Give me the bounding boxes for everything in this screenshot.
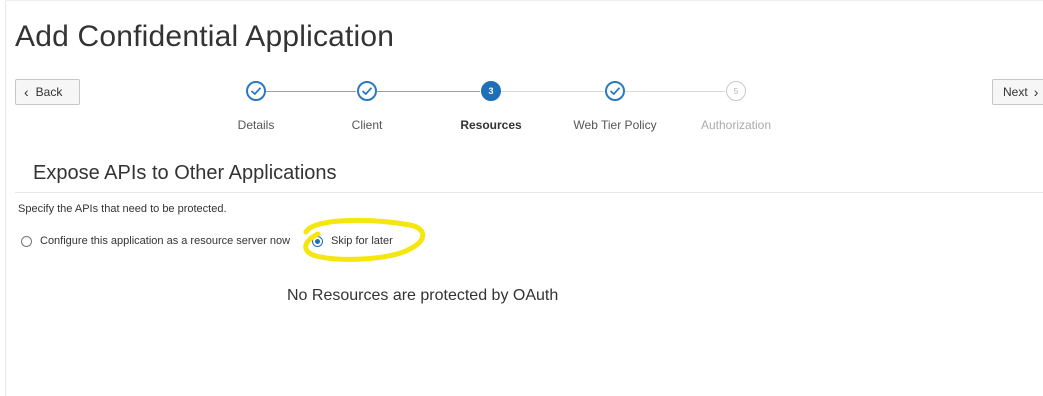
skip-for-later-radio[interactable]: [312, 235, 323, 247]
section-divider: [15, 192, 1043, 193]
step-resources-indicator[interactable]: 3: [481, 81, 501, 101]
next-button[interactable]: Next ›: [992, 79, 1043, 105]
configure-resource-server-label[interactable]: Configure this application as a resource…: [40, 235, 290, 247]
step-label-web-tier-policy[interactable]: Web Tier Policy: [573, 118, 656, 132]
back-button-label: Back: [35, 85, 63, 99]
step-web-tier-policy-check-icon[interactable]: [605, 81, 625, 101]
step-authorization-number: 5: [733, 86, 739, 96]
chevron-left-icon: ‹: [24, 84, 29, 100]
train-connector: [501, 91, 604, 92]
back-button[interactable]: ‹ Back: [15, 79, 80, 105]
next-button-label: Next: [1003, 85, 1028, 99]
step-label-details[interactable]: Details: [238, 118, 275, 132]
window-left-border: [5, 0, 6, 396]
window-top-border: [5, 0, 1043, 1]
page-title: Add Confidential Application: [15, 20, 395, 53]
train-connector: [625, 91, 725, 92]
configure-resource-server-option[interactable]: Configure this application as a resource…: [21, 235, 290, 247]
configure-resource-server-radio[interactable]: [21, 235, 32, 247]
step-client-check-icon[interactable]: [357, 81, 377, 101]
step-resources-number: 3: [488, 86, 494, 96]
step-authorization-indicator: 5: [726, 81, 746, 101]
section-instruction: Specify the APIs that need to be protect…: [18, 203, 227, 215]
step-label-client[interactable]: Client: [352, 118, 383, 132]
train-connector: [377, 91, 480, 92]
step-details-check-icon[interactable]: [246, 81, 266, 101]
empty-state-message: No Resources are protected by OAuth: [287, 287, 559, 304]
skip-for-later-label[interactable]: Skip for later: [331, 235, 393, 247]
step-label-resources[interactable]: Resources: [460, 118, 521, 132]
section-title: Expose APIs to Other Applications: [33, 162, 337, 184]
chevron-right-icon: ›: [1033, 84, 1039, 100]
step-label-authorization: Authorization: [700, 118, 772, 132]
skip-for-later-option[interactable]: Skip for later: [312, 235, 393, 247]
train-connector: [266, 91, 356, 92]
